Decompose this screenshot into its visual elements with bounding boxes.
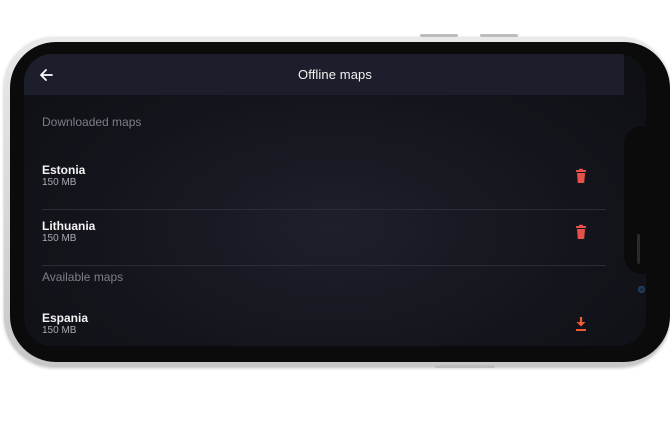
phone-notch bbox=[624, 126, 646, 274]
delete-button[interactable] bbox=[572, 223, 590, 241]
volume-up-button bbox=[420, 34, 458, 37]
section-header-available: Available maps bbox=[42, 270, 124, 284]
power-button bbox=[435, 365, 495, 368]
trash-icon bbox=[576, 224, 586, 239]
offline-maps-list: Downloaded maps Estonia 150 MB Lithuania… bbox=[24, 95, 624, 346]
map-name: Espania bbox=[42, 311, 89, 325]
screen: Offline maps Downloaded maps Estonia 150… bbox=[24, 54, 646, 346]
volume-down-button bbox=[480, 34, 518, 37]
trash-icon bbox=[576, 168, 586, 183]
delete-button[interactable] bbox=[572, 167, 590, 185]
section-header-downloaded: Downloaded maps bbox=[42, 115, 142, 129]
map-row-lithuania[interactable]: Lithuania 150 MB bbox=[24, 209, 624, 265]
row-divider bbox=[42, 265, 606, 266]
front-camera bbox=[638, 286, 645, 293]
map-size: 150 MB bbox=[42, 177, 77, 188]
map-name: Lithuania bbox=[42, 219, 96, 233]
map-row-estonia[interactable]: Estonia 150 MB bbox=[24, 153, 624, 209]
map-row-espania[interactable]: Espania 150 MB bbox=[24, 301, 624, 346]
notch-speaker bbox=[637, 234, 640, 264]
map-size: 150 MB bbox=[42, 325, 77, 336]
map-size: 150 MB bbox=[42, 233, 77, 244]
download-icon bbox=[576, 317, 586, 331]
page: Offline maps Downloaded maps Estonia 150… bbox=[0, 0, 670, 430]
download-button[interactable] bbox=[572, 315, 590, 333]
map-name: Estonia bbox=[42, 163, 86, 177]
page-title: Offline maps bbox=[298, 67, 372, 82]
